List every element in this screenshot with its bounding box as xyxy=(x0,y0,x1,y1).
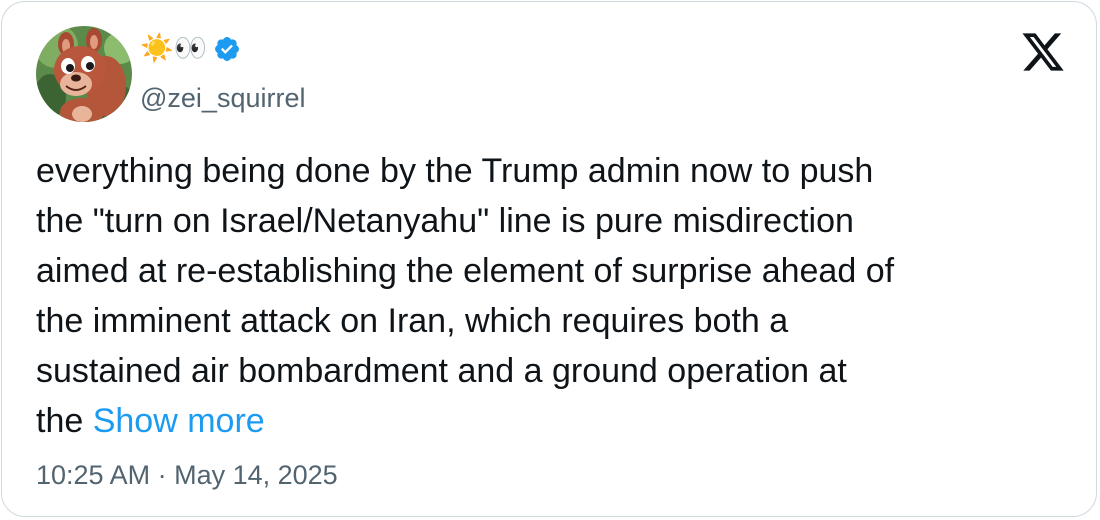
tweet-text-line: everything being done by the Trump admin… xyxy=(36,152,874,190)
squirrel-avatar-image xyxy=(36,26,132,122)
show-more-link[interactable]: Show more xyxy=(93,402,265,440)
display-name[interactable]: ☀️👀 xyxy=(140,34,207,64)
tweet-text-last-line: the Show more xyxy=(36,396,1066,446)
author-handle[interactable]: @zei_squirrel xyxy=(140,82,305,114)
tweet-card[interactable]: ☀️👀 @zei_squirrel everything being done … xyxy=(1,1,1097,517)
tweet-text-line: sustained air bombardment and a ground o… xyxy=(36,352,847,390)
avatar[interactable] xyxy=(36,26,132,122)
tweet-text-line: the imminent attack on Iran, which requi… xyxy=(36,302,789,340)
x-logo-icon[interactable] xyxy=(1020,32,1066,74)
tweet-text: everything being done by the Trump admin… xyxy=(36,146,1066,446)
tweet-text-line: aimed at re-establishing the element of … xyxy=(36,252,895,290)
tweet-timestamp[interactable]: 10:25 AM · May 14, 2025 xyxy=(36,458,338,492)
author-name-row[interactable]: ☀️👀 xyxy=(140,34,241,64)
tweet-text-line: the xyxy=(36,402,84,440)
verified-badge-icon xyxy=(213,35,241,63)
tweet-text-line: the "turn on Israel/Netanyahu" line is p… xyxy=(36,202,854,240)
